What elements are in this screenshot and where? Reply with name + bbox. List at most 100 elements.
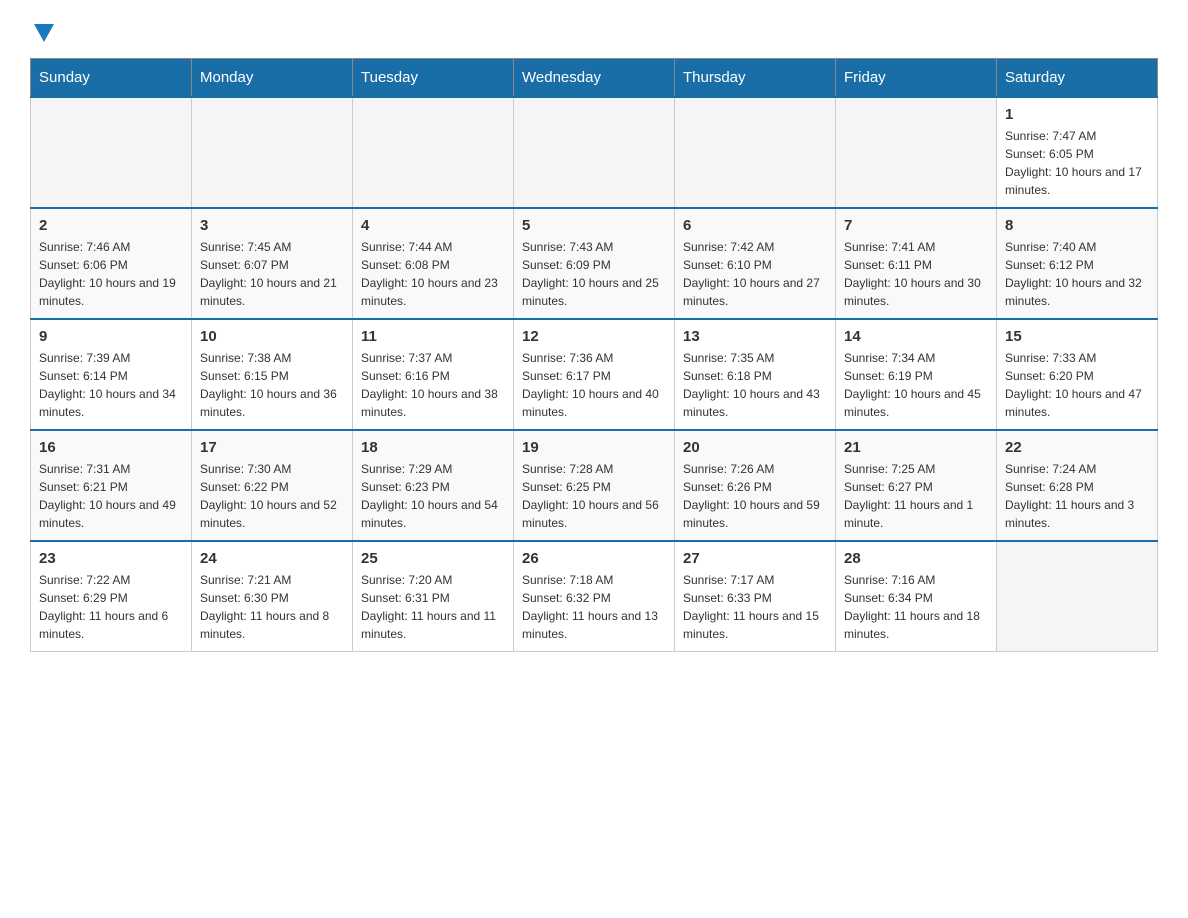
day-number: 19: [522, 439, 666, 456]
day-of-week-header: Monday: [192, 59, 353, 98]
day-number: 22: [1005, 439, 1149, 456]
day-number: 26: [522, 550, 666, 567]
day-info: Sunrise: 7:18 AM Sunset: 6:32 PM Dayligh…: [522, 571, 666, 643]
calendar-day-cell: 22 Sunrise: 7:24 AM Sunset: 6:28 PM Dayli…: [997, 430, 1158, 541]
calendar-day-cell: 11 Sunrise: 7:37 AM Sunset: 6:16 PM Dayli…: [353, 319, 514, 430]
day-info: Sunrise: 7:17 AM Sunset: 6:33 PM Dayligh…: [683, 571, 827, 643]
day-number: 27: [683, 550, 827, 567]
day-info: Sunrise: 7:38 AM Sunset: 6:15 PM Dayligh…: [200, 349, 344, 421]
calendar-day-cell: 20 Sunrise: 7:26 AM Sunset: 6:26 PM Dayli…: [675, 430, 836, 541]
calendar-day-cell: 16 Sunrise: 7:31 AM Sunset: 6:21 PM Dayli…: [31, 430, 192, 541]
day-info: Sunrise: 7:42 AM Sunset: 6:10 PM Dayligh…: [683, 238, 827, 310]
day-info: Sunrise: 7:34 AM Sunset: 6:19 PM Dayligh…: [844, 349, 988, 421]
day-info: Sunrise: 7:22 AM Sunset: 6:29 PM Dayligh…: [39, 571, 183, 643]
day-of-week-header: Saturday: [997, 59, 1158, 98]
day-info: Sunrise: 7:36 AM Sunset: 6:17 PM Dayligh…: [522, 349, 666, 421]
calendar-day-cell: 4 Sunrise: 7:44 AM Sunset: 6:08 PM Daylig…: [353, 208, 514, 319]
day-number: 7: [844, 217, 988, 234]
calendar-day-cell: [192, 97, 353, 208]
calendar-day-cell: 14 Sunrise: 7:34 AM Sunset: 6:19 PM Dayli…: [836, 319, 997, 430]
day-number: 10: [200, 328, 344, 345]
day-info: Sunrise: 7:29 AM Sunset: 6:23 PM Dayligh…: [361, 460, 505, 532]
calendar-day-cell: [675, 97, 836, 208]
calendar-day-cell: 15 Sunrise: 7:33 AM Sunset: 6:20 PM Dayli…: [997, 319, 1158, 430]
calendar-day-cell: [31, 97, 192, 208]
day-info: Sunrise: 7:37 AM Sunset: 6:16 PM Dayligh…: [361, 349, 505, 421]
day-number: 15: [1005, 328, 1149, 345]
day-info: Sunrise: 7:30 AM Sunset: 6:22 PM Dayligh…: [200, 460, 344, 532]
calendar-day-cell: 28 Sunrise: 7:16 AM Sunset: 6:34 PM Dayli…: [836, 541, 997, 652]
day-number: 28: [844, 550, 988, 567]
day-info: Sunrise: 7:43 AM Sunset: 6:09 PM Dayligh…: [522, 238, 666, 310]
calendar-week-row: 9 Sunrise: 7:39 AM Sunset: 6:14 PM Daylig…: [31, 319, 1158, 430]
day-info: Sunrise: 7:25 AM Sunset: 6:27 PM Dayligh…: [844, 460, 988, 532]
calendar-week-row: 16 Sunrise: 7:31 AM Sunset: 6:21 PM Dayli…: [31, 430, 1158, 541]
day-number: 3: [200, 217, 344, 234]
calendar-day-cell: 10 Sunrise: 7:38 AM Sunset: 6:15 PM Dayli…: [192, 319, 353, 430]
calendar-day-cell: 17 Sunrise: 7:30 AM Sunset: 6:22 PM Dayli…: [192, 430, 353, 541]
calendar-week-row: 23 Sunrise: 7:22 AM Sunset: 6:29 PM Dayli…: [31, 541, 1158, 652]
day-number: 13: [683, 328, 827, 345]
calendar-day-cell: 5 Sunrise: 7:43 AM Sunset: 6:09 PM Daylig…: [514, 208, 675, 319]
calendar-day-cell: 13 Sunrise: 7:35 AM Sunset: 6:18 PM Dayli…: [675, 319, 836, 430]
calendar-week-row: 2Sunrise: 7:46 AM Sunset: 6:06 PM Daylig…: [31, 208, 1158, 319]
calendar-day-cell: 1 Sunrise: 7:47 AM Sunset: 6:05 PM Daylig…: [997, 97, 1158, 208]
day-info: Sunrise: 7:41 AM Sunset: 6:11 PM Dayligh…: [844, 238, 988, 310]
calendar-day-cell: 3 Sunrise: 7:45 AM Sunset: 6:07 PM Daylig…: [192, 208, 353, 319]
day-info: Sunrise: 7:21 AM Sunset: 6:30 PM Dayligh…: [200, 571, 344, 643]
day-of-week-header: Tuesday: [353, 59, 514, 98]
logo: [30, 20, 54, 38]
day-of-week-header: Wednesday: [514, 59, 675, 98]
calendar-table: SundayMondayTuesdayWednesdayThursdayFrid…: [30, 58, 1158, 652]
day-info: Sunrise: 7:24 AM Sunset: 6:28 PM Dayligh…: [1005, 460, 1149, 532]
day-number: 18: [361, 439, 505, 456]
calendar-day-cell: 12 Sunrise: 7:36 AM Sunset: 6:17 PM Dayli…: [514, 319, 675, 430]
day-number: 23: [39, 550, 183, 567]
day-number: 17: [200, 439, 344, 456]
day-info: Sunrise: 7:45 AM Sunset: 6:07 PM Dayligh…: [200, 238, 344, 310]
calendar-week-row: 1 Sunrise: 7:47 AM Sunset: 6:05 PM Daylig…: [31, 97, 1158, 208]
day-of-week-header: Friday: [836, 59, 997, 98]
calendar-day-cell: 25 Sunrise: 7:20 AM Sunset: 6:31 PM Dayli…: [353, 541, 514, 652]
logo-triangle-icon: [34, 24, 54, 42]
calendar-day-cell: 21 Sunrise: 7:25 AM Sunset: 6:27 PM Dayli…: [836, 430, 997, 541]
day-number: 4: [361, 217, 505, 234]
day-info: Sunrise: 7:40 AM Sunset: 6:12 PM Dayligh…: [1005, 238, 1149, 310]
calendar-day-cell: 2Sunrise: 7:46 AM Sunset: 6:06 PM Daylig…: [31, 208, 192, 319]
day-info: Sunrise: 7:26 AM Sunset: 6:26 PM Dayligh…: [683, 460, 827, 532]
day-info: Sunrise: 7:39 AM Sunset: 6:14 PM Dayligh…: [39, 349, 183, 421]
calendar-day-cell: 27 Sunrise: 7:17 AM Sunset: 6:33 PM Dayli…: [675, 541, 836, 652]
day-number: 11: [361, 328, 505, 345]
day-info: Sunrise: 7:20 AM Sunset: 6:31 PM Dayligh…: [361, 571, 505, 643]
calendar-header-row: SundayMondayTuesdayWednesdayThursdayFrid…: [31, 59, 1158, 98]
calendar-day-cell: [514, 97, 675, 208]
day-info: Sunrise: 7:33 AM Sunset: 6:20 PM Dayligh…: [1005, 349, 1149, 421]
day-number: 12: [522, 328, 666, 345]
day-number: 25: [361, 550, 505, 567]
calendar-day-cell: 8Sunrise: 7:40 AM Sunset: 6:12 PM Daylig…: [997, 208, 1158, 319]
day-number: 9: [39, 328, 183, 345]
day-info: Sunrise: 7:35 AM Sunset: 6:18 PM Dayligh…: [683, 349, 827, 421]
day-number: 16: [39, 439, 183, 456]
day-number: 5: [522, 217, 666, 234]
calendar-day-cell: 24Sunrise: 7:21 AM Sunset: 6:30 PM Dayli…: [192, 541, 353, 652]
day-of-week-header: Thursday: [675, 59, 836, 98]
day-number: 1: [1005, 106, 1149, 123]
calendar-day-cell: 7 Sunrise: 7:41 AM Sunset: 6:11 PM Daylig…: [836, 208, 997, 319]
calendar-day-cell: 23 Sunrise: 7:22 AM Sunset: 6:29 PM Dayli…: [31, 541, 192, 652]
day-info: Sunrise: 7:31 AM Sunset: 6:21 PM Dayligh…: [39, 460, 183, 532]
page-header: [30, 20, 1158, 38]
calendar-day-cell: 19Sunrise: 7:28 AM Sunset: 6:25 PM Dayli…: [514, 430, 675, 541]
day-info: Sunrise: 7:47 AM Sunset: 6:05 PM Dayligh…: [1005, 127, 1149, 199]
day-info: Sunrise: 7:44 AM Sunset: 6:08 PM Dayligh…: [361, 238, 505, 310]
day-of-week-header: Sunday: [31, 59, 192, 98]
day-number: 14: [844, 328, 988, 345]
calendar-day-cell: 18 Sunrise: 7:29 AM Sunset: 6:23 PM Dayli…: [353, 430, 514, 541]
day-number: 2: [39, 217, 183, 234]
day-info: Sunrise: 7:16 AM Sunset: 6:34 PM Dayligh…: [844, 571, 988, 643]
calendar-day-cell: 9 Sunrise: 7:39 AM Sunset: 6:14 PM Daylig…: [31, 319, 192, 430]
calendar-day-cell: [997, 541, 1158, 652]
day-number: 20: [683, 439, 827, 456]
day-number: 21: [844, 439, 988, 456]
day-number: 6: [683, 217, 827, 234]
